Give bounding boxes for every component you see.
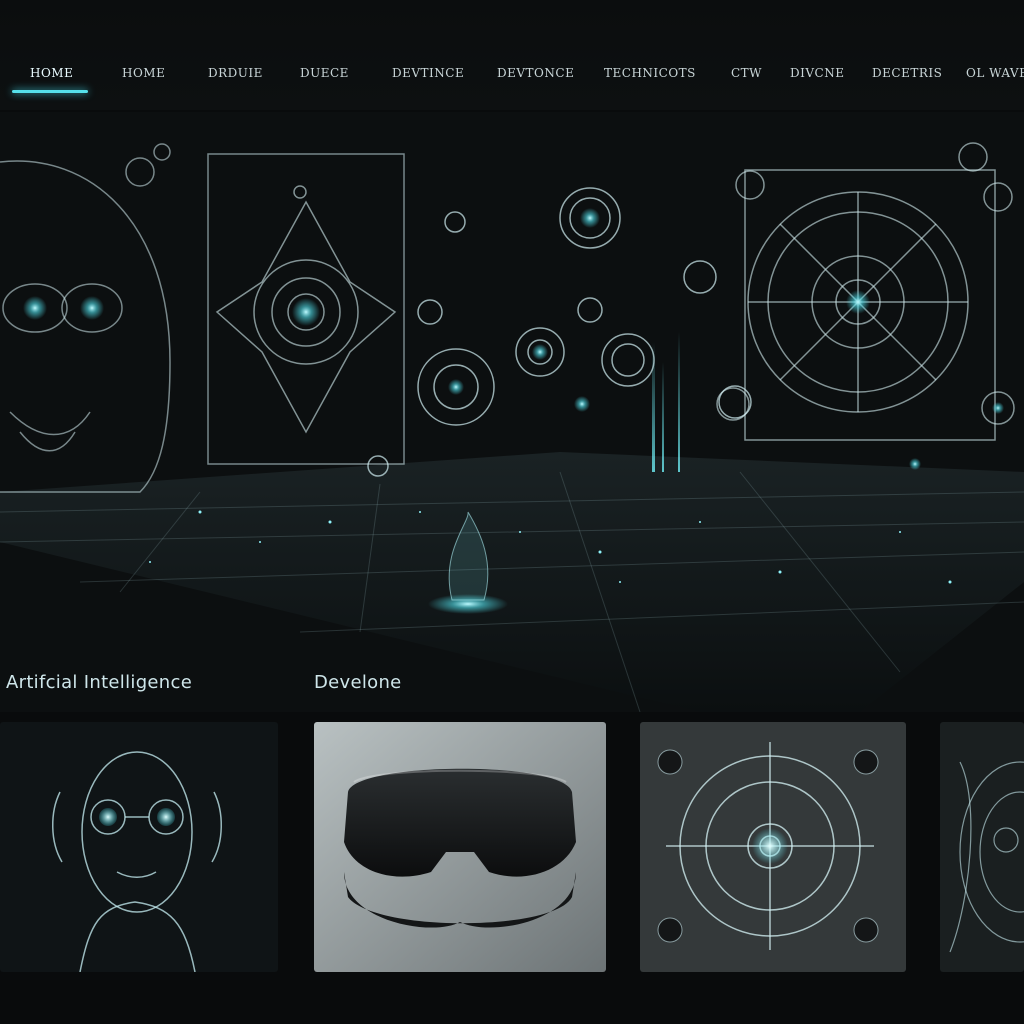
- holo-disc-icon: [640, 722, 906, 972]
- abstract-face-icon: [940, 722, 1024, 972]
- nav-item-8[interactable]: DIVCNE: [790, 66, 844, 80]
- ai-head-icon: [0, 722, 278, 972]
- top-navigation: HOME HOME DRDUIE DUECE DEVTINCE DEVTONCE…: [0, 0, 1024, 110]
- card-holo-disc[interactable]: [640, 722, 906, 972]
- nav-item-7[interactable]: CTW: [731, 66, 762, 80]
- nav-item-home[interactable]: HOME: [122, 66, 165, 80]
- hero-illustration: [0, 112, 1024, 712]
- card-vr-headset[interactable]: [314, 722, 606, 972]
- nav-item-10[interactable]: OL WAVE: [966, 66, 1024, 80]
- nav-item-9[interactable]: DECETRIS: [872, 66, 942, 80]
- nav-item-3[interactable]: DUECE: [300, 66, 349, 80]
- card-ai-head[interactable]: [0, 722, 278, 972]
- nav-item-home-active[interactable]: HOME: [30, 66, 73, 80]
- section-title-develone: Develone: [314, 672, 402, 693]
- card-abstract-face[interactable]: [940, 722, 1024, 972]
- nav-item-4[interactable]: DEVTINCE: [392, 66, 464, 80]
- nav-active-underline: [12, 90, 88, 93]
- nav-item-2[interactable]: DRDUIE: [208, 66, 263, 80]
- nav-item-5[interactable]: DEVTONCE: [497, 66, 574, 80]
- section-title-ai: Artifcial Intelligence: [6, 672, 193, 693]
- hero-hologram-scene: [0, 112, 1024, 712]
- nav-item-technicots[interactable]: TECHNICOTS: [604, 66, 696, 80]
- vr-headset-icon: [314, 722, 606, 972]
